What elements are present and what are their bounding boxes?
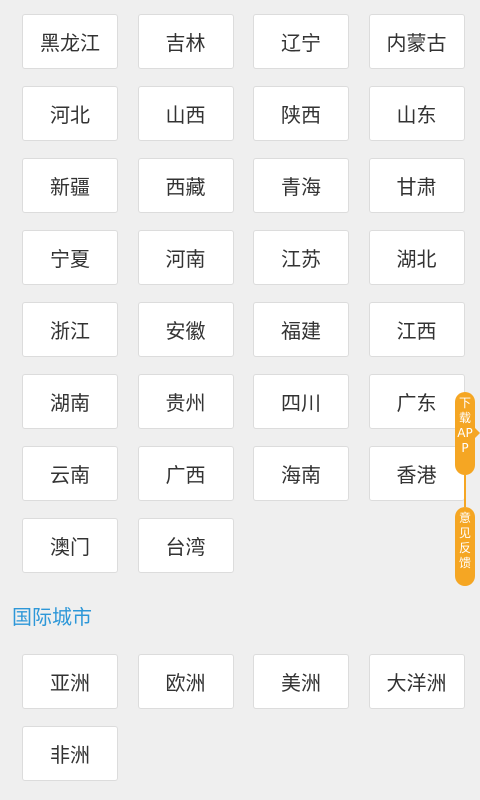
region-africa[interactable]: 非洲 [22,726,118,781]
region-liaoning[interactable]: 辽宁 [253,14,349,69]
international-section-title: 国际城市 [12,605,92,629]
region-hubei[interactable]: 湖北 [368,230,465,285]
region-asia[interactable]: 亚洲 [22,654,118,709]
download-app-label: 下载APP [457,396,473,455]
region-jiangxi[interactable]: 江西 [368,302,465,357]
region-shanxi[interactable]: 山西 [137,86,234,141]
region-hunan[interactable]: 湖南 [22,374,118,429]
region-qinghai[interactable]: 青海 [253,158,349,213]
region-xizang[interactable]: 西藏 [137,158,234,213]
region-neimenggu[interactable]: 内蒙古 [368,14,465,69]
region-aomen[interactable]: 澳门 [22,518,118,573]
region-guizhou[interactable]: 贵州 [137,374,234,429]
tab-pointer-icon [474,427,480,439]
tab-connector-line [464,475,466,507]
region-guangxi[interactable]: 广西 [137,446,234,501]
region-xianggang[interactable]: 香港 [368,446,465,501]
region-zhejiang[interactable]: 浙江 [22,302,118,357]
international-region-grid: 亚洲 欧洲 美洲 大洋洲 非洲 [22,654,465,781]
region-yunnan[interactable]: 云南 [22,446,118,501]
region-shaanxi[interactable]: 陕西 [253,86,349,141]
region-heilongjiang[interactable]: 黑龙江 [22,14,118,69]
region-henan[interactable]: 河南 [137,230,234,285]
region-oceania[interactable]: 大洋洲 [368,654,465,709]
region-xinjiang[interactable]: 新疆 [22,158,118,213]
domestic-region-grid: 黑龙江 吉林 辽宁 内蒙古 河北 山西 陕西 山东 新疆 西藏 青海 甘肃 宁夏… [22,14,465,573]
region-america[interactable]: 美洲 [253,654,349,709]
region-sichuan[interactable]: 四川 [253,374,349,429]
region-jiangsu[interactable]: 江苏 [253,230,349,285]
region-fujian[interactable]: 福建 [253,302,349,357]
region-europe[interactable]: 欧洲 [137,654,234,709]
region-gansu[interactable]: 甘肃 [368,158,465,213]
download-app-tab[interactable]: 下载APP [455,392,480,475]
region-anhui[interactable]: 安徽 [137,302,234,357]
region-guangdong[interactable]: 广东 [368,374,465,429]
region-taiwan[interactable]: 台湾 [137,518,234,573]
feedback-label: 意见反馈 [458,511,471,570]
region-shandong[interactable]: 山东 [368,86,465,141]
feedback-tab[interactable]: 意见反馈 [455,507,475,586]
region-hainan[interactable]: 海南 [253,446,349,501]
region-hebei[interactable]: 河北 [22,86,118,141]
region-jilin[interactable]: 吉林 [137,14,234,69]
region-ningxia[interactable]: 宁夏 [22,230,118,285]
